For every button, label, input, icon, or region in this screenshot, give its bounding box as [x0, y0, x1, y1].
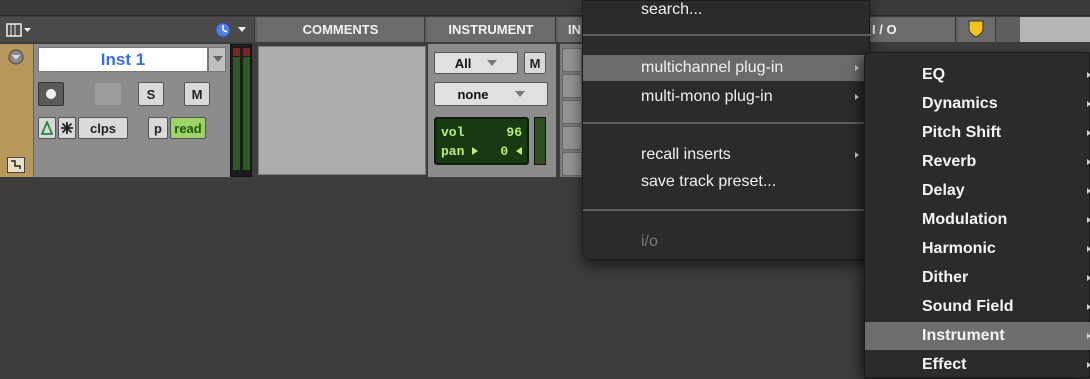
submenu-item-label: EQ: [922, 66, 946, 83]
comments-header[interactable]: COMMENTS: [257, 17, 425, 42]
track-options-icon[interactable]: [7, 48, 25, 66]
shield-icon: [968, 20, 984, 38]
clock-icon[interactable]: [214, 21, 252, 39]
submenu-item-effect[interactable]: Effect: [865, 351, 1090, 379]
elastic-audio-button[interactable]: [58, 117, 76, 139]
track-name-dropdown[interactable]: [208, 47, 226, 72]
insert-slot[interactable]: [562, 152, 582, 176]
pan-arrow-right-icon: [472, 146, 479, 155]
submenu-item-modulation[interactable]: Modulation: [865, 206, 1090, 234]
playlist-button[interactable]: p: [148, 117, 168, 139]
pan-label: pan: [441, 143, 465, 159]
track-timebase-button[interactable]: [38, 117, 56, 139]
record-button[interactable]: [38, 82, 64, 106]
submenu-item-sound-field[interactable]: Sound Field: [865, 293, 1090, 321]
volume-value[interactable]: 96: [506, 125, 522, 140]
submenu-item-label: Harmonic: [922, 240, 996, 257]
volume-label: vol: [441, 124, 465, 140]
midi-routing-icon[interactable]: [7, 157, 25, 173]
track-color-bar[interactable]: [0, 44, 34, 177]
menu-item-save-track-preset[interactable]: save track preset...: [583, 169, 871, 195]
submenu-item-eq[interactable]: EQ: [865, 61, 1090, 89]
menu-item-label: multichannel plug-in: [641, 59, 784, 76]
pan-arrow-left-icon: [516, 146, 522, 155]
submenu-item-label: Pitch Shift: [922, 124, 1002, 141]
submenu-item-label: Modulation: [922, 211, 1008, 228]
menu-separator: [583, 34, 871, 36]
submenu-arrow-icon: [855, 152, 859, 158]
menu-separator: [583, 209, 871, 211]
track-name[interactable]: Inst 1: [38, 47, 208, 72]
instrument-header[interactable]: INSTRUMENT: [427, 17, 556, 42]
submenu-item-delay[interactable]: Delay: [865, 177, 1090, 205]
midi-channel-value: All: [454, 55, 472, 71]
submenu-item-label: Dynamics: [922, 95, 998, 112]
submenu-item-label: Effect: [922, 356, 967, 373]
menu-item-search[interactable]: search...: [583, 1, 871, 23]
insert-slots: [560, 44, 582, 177]
mute-button[interactable]: M: [184, 82, 210, 106]
midi-channel-selector[interactable]: All: [434, 52, 518, 74]
submenu-item-label: Sound Field: [922, 298, 1014, 315]
instrument-meter: [534, 117, 546, 165]
submenu-arrow-icon: [855, 94, 859, 100]
menu-item-label: multi-mono plug-in: [641, 88, 773, 105]
clips-view-button[interactable]: clps: [78, 117, 128, 139]
chevron-down-icon: [487, 60, 498, 66]
menu-item-label: recall inserts: [641, 146, 731, 163]
submenu-item-reverb[interactable]: Reverb: [865, 148, 1090, 176]
patch-selector[interactable]: none: [434, 82, 548, 106]
io-header[interactable]: I / O: [866, 17, 956, 42]
pan-value[interactable]: 0: [500, 144, 508, 159]
column-view-icon[interactable]: [6, 22, 32, 38]
view-selector-header[interactable]: [0, 17, 255, 42]
scroll-area[interactable]: [1020, 17, 1090, 42]
submenu-item-dither[interactable]: Dither: [865, 264, 1090, 292]
patch-value: none: [457, 86, 489, 102]
menu-item-recall-inserts[interactable]: recall inserts: [583, 142, 871, 168]
volume-pan-display[interactable]: vol 96 pan 0: [434, 117, 529, 165]
automation-mode-button[interactable]: read: [170, 117, 206, 139]
menu-item-multimono[interactable]: multi-mono plug-in: [583, 84, 871, 110]
submenu-item-label: Delay: [922, 182, 965, 199]
insert-slot[interactable]: [562, 48, 582, 72]
insert-slot[interactable]: [562, 74, 582, 98]
submenu-item-dynamics[interactable]: Dynamics: [865, 90, 1090, 118]
submenu-item-pitch-shift[interactable]: Pitch Shift: [865, 119, 1090, 147]
instrument-mute-button[interactable]: M: [524, 52, 546, 74]
shield-header[interactable]: [958, 17, 996, 42]
insert-context-menu: search... multichannel plug-in multi-mon…: [582, 0, 871, 260]
menu-item-multichannel[interactable]: multichannel plug-in: [583, 55, 871, 81]
comments-field[interactable]: [258, 46, 426, 175]
submenu-arrow-icon: [855, 65, 859, 71]
submenu-item-label: Dither: [922, 269, 969, 286]
record-icon: [46, 89, 56, 99]
insert-slot[interactable]: [562, 100, 582, 124]
metronome-icon: [41, 121, 53, 135]
submenu-item-harmonic[interactable]: Harmonic: [865, 235, 1090, 263]
pan-label-group: pan: [441, 143, 479, 159]
input-monitor-button[interactable]: [94, 82, 122, 106]
chevron-down-icon: [514, 91, 525, 97]
pan-value-group[interactable]: 0: [500, 144, 522, 159]
submenu-item-label: Instrument: [922, 327, 1005, 344]
solo-button[interactable]: S: [138, 82, 164, 106]
menu-item-io: i/o: [641, 233, 658, 250]
asterisk-icon: [61, 122, 73, 134]
track-level-meter: [230, 44, 252, 177]
top-strip: [0, 0, 1090, 16]
submenu-item-label: Reverb: [922, 153, 977, 170]
submenu-item-instrument[interactable]: Instrument: [865, 322, 1090, 350]
plugin-category-submenu: EQ Dynamics Pitch Shift Reverb Delay Mod…: [864, 52, 1090, 378]
menu-separator: [583, 122, 871, 124]
insert-slot[interactable]: [562, 126, 582, 150]
